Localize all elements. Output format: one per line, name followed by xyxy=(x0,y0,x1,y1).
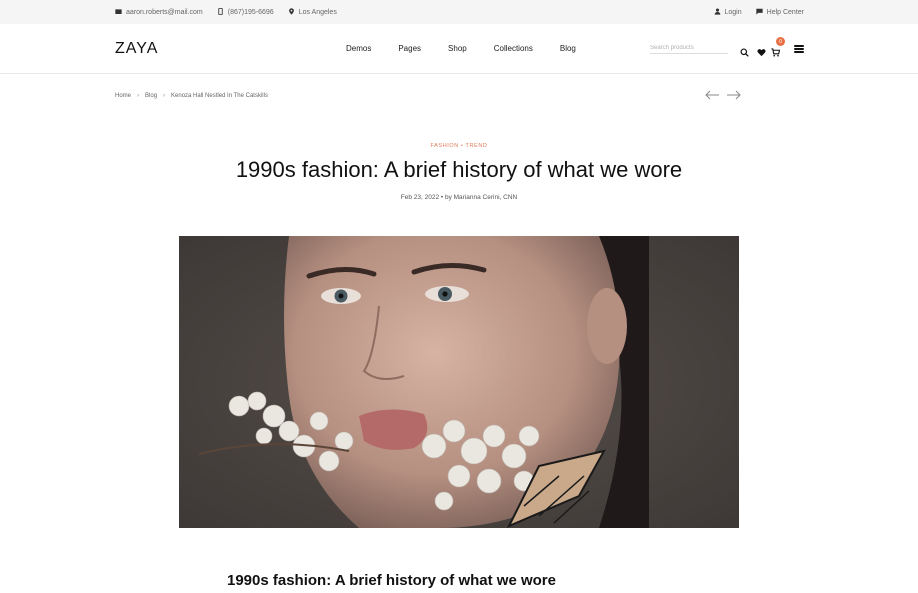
phone-item[interactable]: (867)195-6696 xyxy=(217,7,274,17)
nav-item-collections[interactable]: Collections xyxy=(494,44,533,53)
arrow-left-icon[interactable] xyxy=(705,87,720,105)
nav-item-blog[interactable]: Blog xyxy=(560,44,576,53)
login-label: Login xyxy=(724,8,742,16)
phone-icon xyxy=(217,7,224,17)
breadcrumb-blog[interactable]: Blog xyxy=(145,93,157,99)
post-navigation xyxy=(705,87,741,105)
hero-image xyxy=(179,236,739,528)
nav-item-pages[interactable]: Pages xyxy=(398,44,421,53)
arrow-right-icon[interactable] xyxy=(726,87,741,105)
location-text: Los Angeles xyxy=(298,8,337,16)
cart-count-badge: 0 xyxy=(776,37,785,46)
main-nav: Demos Pages Shop Collections Blog xyxy=(346,44,576,53)
user-icon xyxy=(714,8,721,17)
top-bar: aaron.roberts@mail.com (867)195-6696 Los… xyxy=(0,0,918,24)
help-label: Help Center xyxy=(766,8,804,16)
portrait-illustration xyxy=(179,236,739,528)
nav-item-demos[interactable]: Demos xyxy=(346,44,371,53)
mail-icon xyxy=(115,8,122,17)
breadcrumb-home[interactable]: Home xyxy=(115,93,131,99)
breadcrumb-current: Kenoza Hall Nestled In The Catskills xyxy=(171,93,268,99)
article-title: 1990s fashion: A brief history of what w… xyxy=(235,157,683,182)
location-item: Los Angeles xyxy=(288,7,337,17)
login-link[interactable]: Login xyxy=(714,8,742,17)
breadcrumb-separator: › xyxy=(137,93,140,99)
breadcrumb-separator: › xyxy=(163,93,166,99)
account-links: Login Help Center xyxy=(714,8,804,17)
hamburger-menu-icon[interactable] xyxy=(794,44,804,54)
article-category[interactable]: FASHION • TREND xyxy=(0,143,918,149)
main-header: ZAYA Demos Pages Shop Collections Blog 0 xyxy=(0,24,918,74)
email-text: aaron.roberts@mail.com xyxy=(126,8,203,16)
contact-info: aaron.roberts@mail.com (867)195-6696 Los… xyxy=(115,7,337,17)
chat-icon xyxy=(755,8,763,17)
article-meta: Feb 23, 2022 • by Marianna Cerini, CNN xyxy=(400,194,518,201)
nav-item-shop[interactable]: Shop xyxy=(448,44,467,53)
header-actions: 0 xyxy=(650,37,804,57)
email-item[interactable]: aaron.roberts@mail.com xyxy=(115,8,203,17)
site-logo[interactable]: ZAYA xyxy=(115,40,175,58)
article-subtitle: 1990s fashion: A brief history of what w… xyxy=(227,572,556,589)
help-center-link[interactable]: Help Center xyxy=(755,8,804,17)
location-pin-icon xyxy=(288,7,295,17)
search-icon[interactable] xyxy=(740,44,749,57)
breadcrumb: Home › Blog › Kenoza Hall Nestled In The… xyxy=(115,93,268,99)
cart-icon[interactable]: 0 xyxy=(771,37,785,57)
phone-text: (867)195-6696 xyxy=(227,8,274,16)
search-input[interactable] xyxy=(650,43,728,54)
heart-icon[interactable] xyxy=(757,44,766,57)
